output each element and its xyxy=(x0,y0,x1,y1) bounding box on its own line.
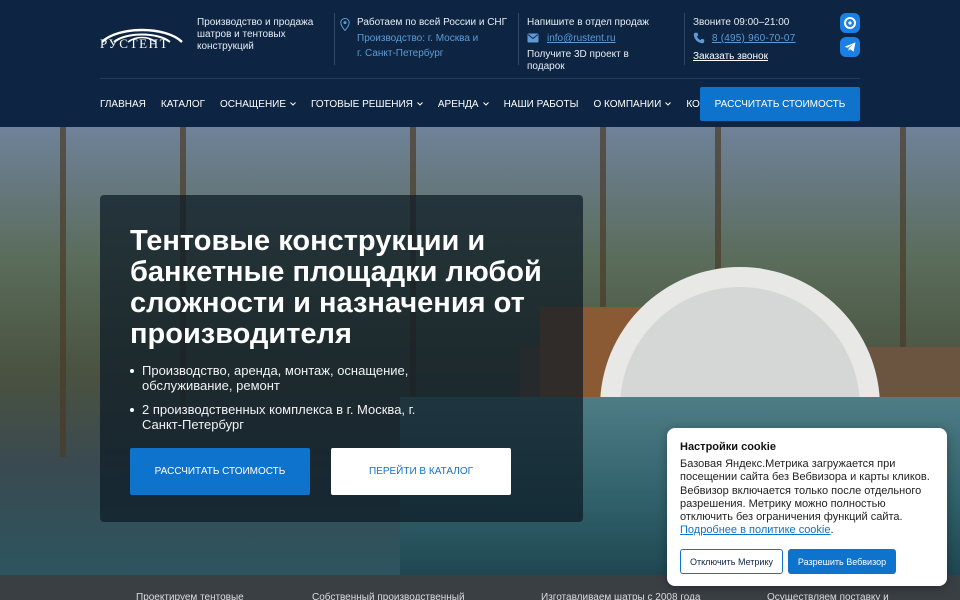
location-pin-icon xyxy=(340,18,350,31)
mail-icon xyxy=(527,33,539,43)
email-link[interactable]: info@rustent.ru xyxy=(547,33,616,44)
nav-label: О КОМПАНИИ xyxy=(593,98,662,110)
nav-label: КАТАЛОГ xyxy=(160,98,206,110)
nav-item-equipment[interactable]: ОСНАЩЕНИЕ xyxy=(220,99,296,110)
nav-item-rent[interactable]: АРЕНДА xyxy=(438,99,489,110)
telegram-icon[interactable] xyxy=(840,37,860,57)
allow-webvisor-button[interactable]: Разрешить Вебвизор xyxy=(788,549,896,574)
location-title: Работаем по всей России и СНГ xyxy=(357,17,508,28)
feature-text: Собственный производственный xyxy=(312,592,465,600)
nav-label: ГОТОВЫЕ РЕШЕНИЯ xyxy=(311,98,413,110)
nav-item-works[interactable]: НАШИ РАБОТЫ xyxy=(504,99,579,110)
hero-calculate-button[interactable]: РАССЧИТАТЬ СТОИМОСТЬ xyxy=(130,448,310,495)
cookie-dialog: Настройки cookie Базовая Яндекс.Метрика … xyxy=(667,428,947,586)
feature-text: Изготавливаем шатры с 2008 года xyxy=(541,592,701,600)
header-divider xyxy=(100,78,860,79)
mail-label: Напишите в отдел продаж xyxy=(527,17,649,28)
hero-catalog-button[interactable]: ПЕРЕЙТИ В КАТАЛОГ xyxy=(331,448,511,495)
background-tree xyxy=(900,127,906,367)
brand-tagline: Производство и продажа шатров и тентовых… xyxy=(197,17,314,52)
location-link[interactable]: г. Санкт-Петербург xyxy=(357,48,443,59)
disable-metrika-button[interactable]: Отключить Метрику xyxy=(680,549,783,574)
background-tree xyxy=(60,127,66,457)
cookie-text: Базовая Яндекс.Метрика загружается при п… xyxy=(680,458,936,538)
background-tree xyxy=(600,127,606,327)
nav-item-catalog[interactable]: КАТАЛОГ xyxy=(161,99,205,110)
nav-item-home[interactable]: ГЛАВНАЯ xyxy=(100,99,146,110)
divider xyxy=(334,13,335,65)
cookie-body: Базовая Яндекс.Метрика загружается при п… xyxy=(680,458,930,524)
project-gift-text: Получите 3D проект в подарок xyxy=(527,49,629,72)
location-link[interactable]: Производство: г. Москва и xyxy=(357,33,478,44)
call-hours-label: Звоните 09:00–21:00 xyxy=(693,17,790,28)
phone-icon xyxy=(693,32,705,44)
feature-text: Осуществляем поставку и xyxy=(767,592,889,600)
chevron-down-icon xyxy=(417,102,423,106)
feature-text: Проектируем тентовые xyxy=(136,592,244,600)
hero-bullets: Производство, аренда, монтаж, оснащение,… xyxy=(130,363,430,441)
main-nav: ГЛАВНАЯ КАТАЛОГ ОСНАЩЕНИЕ ГОТОВЫЕ РЕШЕНИ… xyxy=(100,97,755,111)
nav-label: НАШИ РАБОТЫ xyxy=(503,98,579,110)
logo-text[interactable]: РУСТЕНТ xyxy=(100,36,169,52)
nav-label: АРЕНДА xyxy=(437,98,479,110)
phone-link[interactable]: 8 (495) 960-70-07 xyxy=(712,33,795,44)
cookie-link-suffix: . xyxy=(830,524,834,537)
chevron-down-icon xyxy=(482,102,489,106)
order-call-link[interactable]: Заказать звонок xyxy=(693,51,768,62)
max-messenger-icon[interactable] xyxy=(840,13,860,33)
nav-label: ГЛАВНАЯ xyxy=(100,98,146,110)
cookie-title: Настройки cookie xyxy=(680,441,776,453)
divider xyxy=(684,13,685,65)
divider xyxy=(518,13,519,65)
nav-item-about[interactable]: О КОМПАНИИ xyxy=(593,98,672,110)
nav-label: ОСНАЩЕНИЕ xyxy=(220,98,287,110)
header-calculate-button[interactable]: РАССЧИТАТЬ СТОИМОСТЬ xyxy=(700,87,860,121)
cookie-policy-link[interactable]: Подробнее в политике cookie xyxy=(680,524,831,536)
site-header: РУСТЕНТ Производство и продажа шатров и … xyxy=(0,0,960,127)
hero-bullet: 2 производственных комплекса в г. Москва… xyxy=(130,402,430,432)
hero-bullet: Производство, аренда, монтаж, оснащение,… xyxy=(130,363,430,393)
nav-item-ready-solutions[interactable]: ГОТОВЫЕ РЕШЕНИЯ xyxy=(311,99,423,110)
chevron-down-icon xyxy=(665,102,672,106)
chevron-down-icon xyxy=(290,102,296,106)
hero-title: Тентовые конструкции и банкетные площадк… xyxy=(130,225,542,350)
